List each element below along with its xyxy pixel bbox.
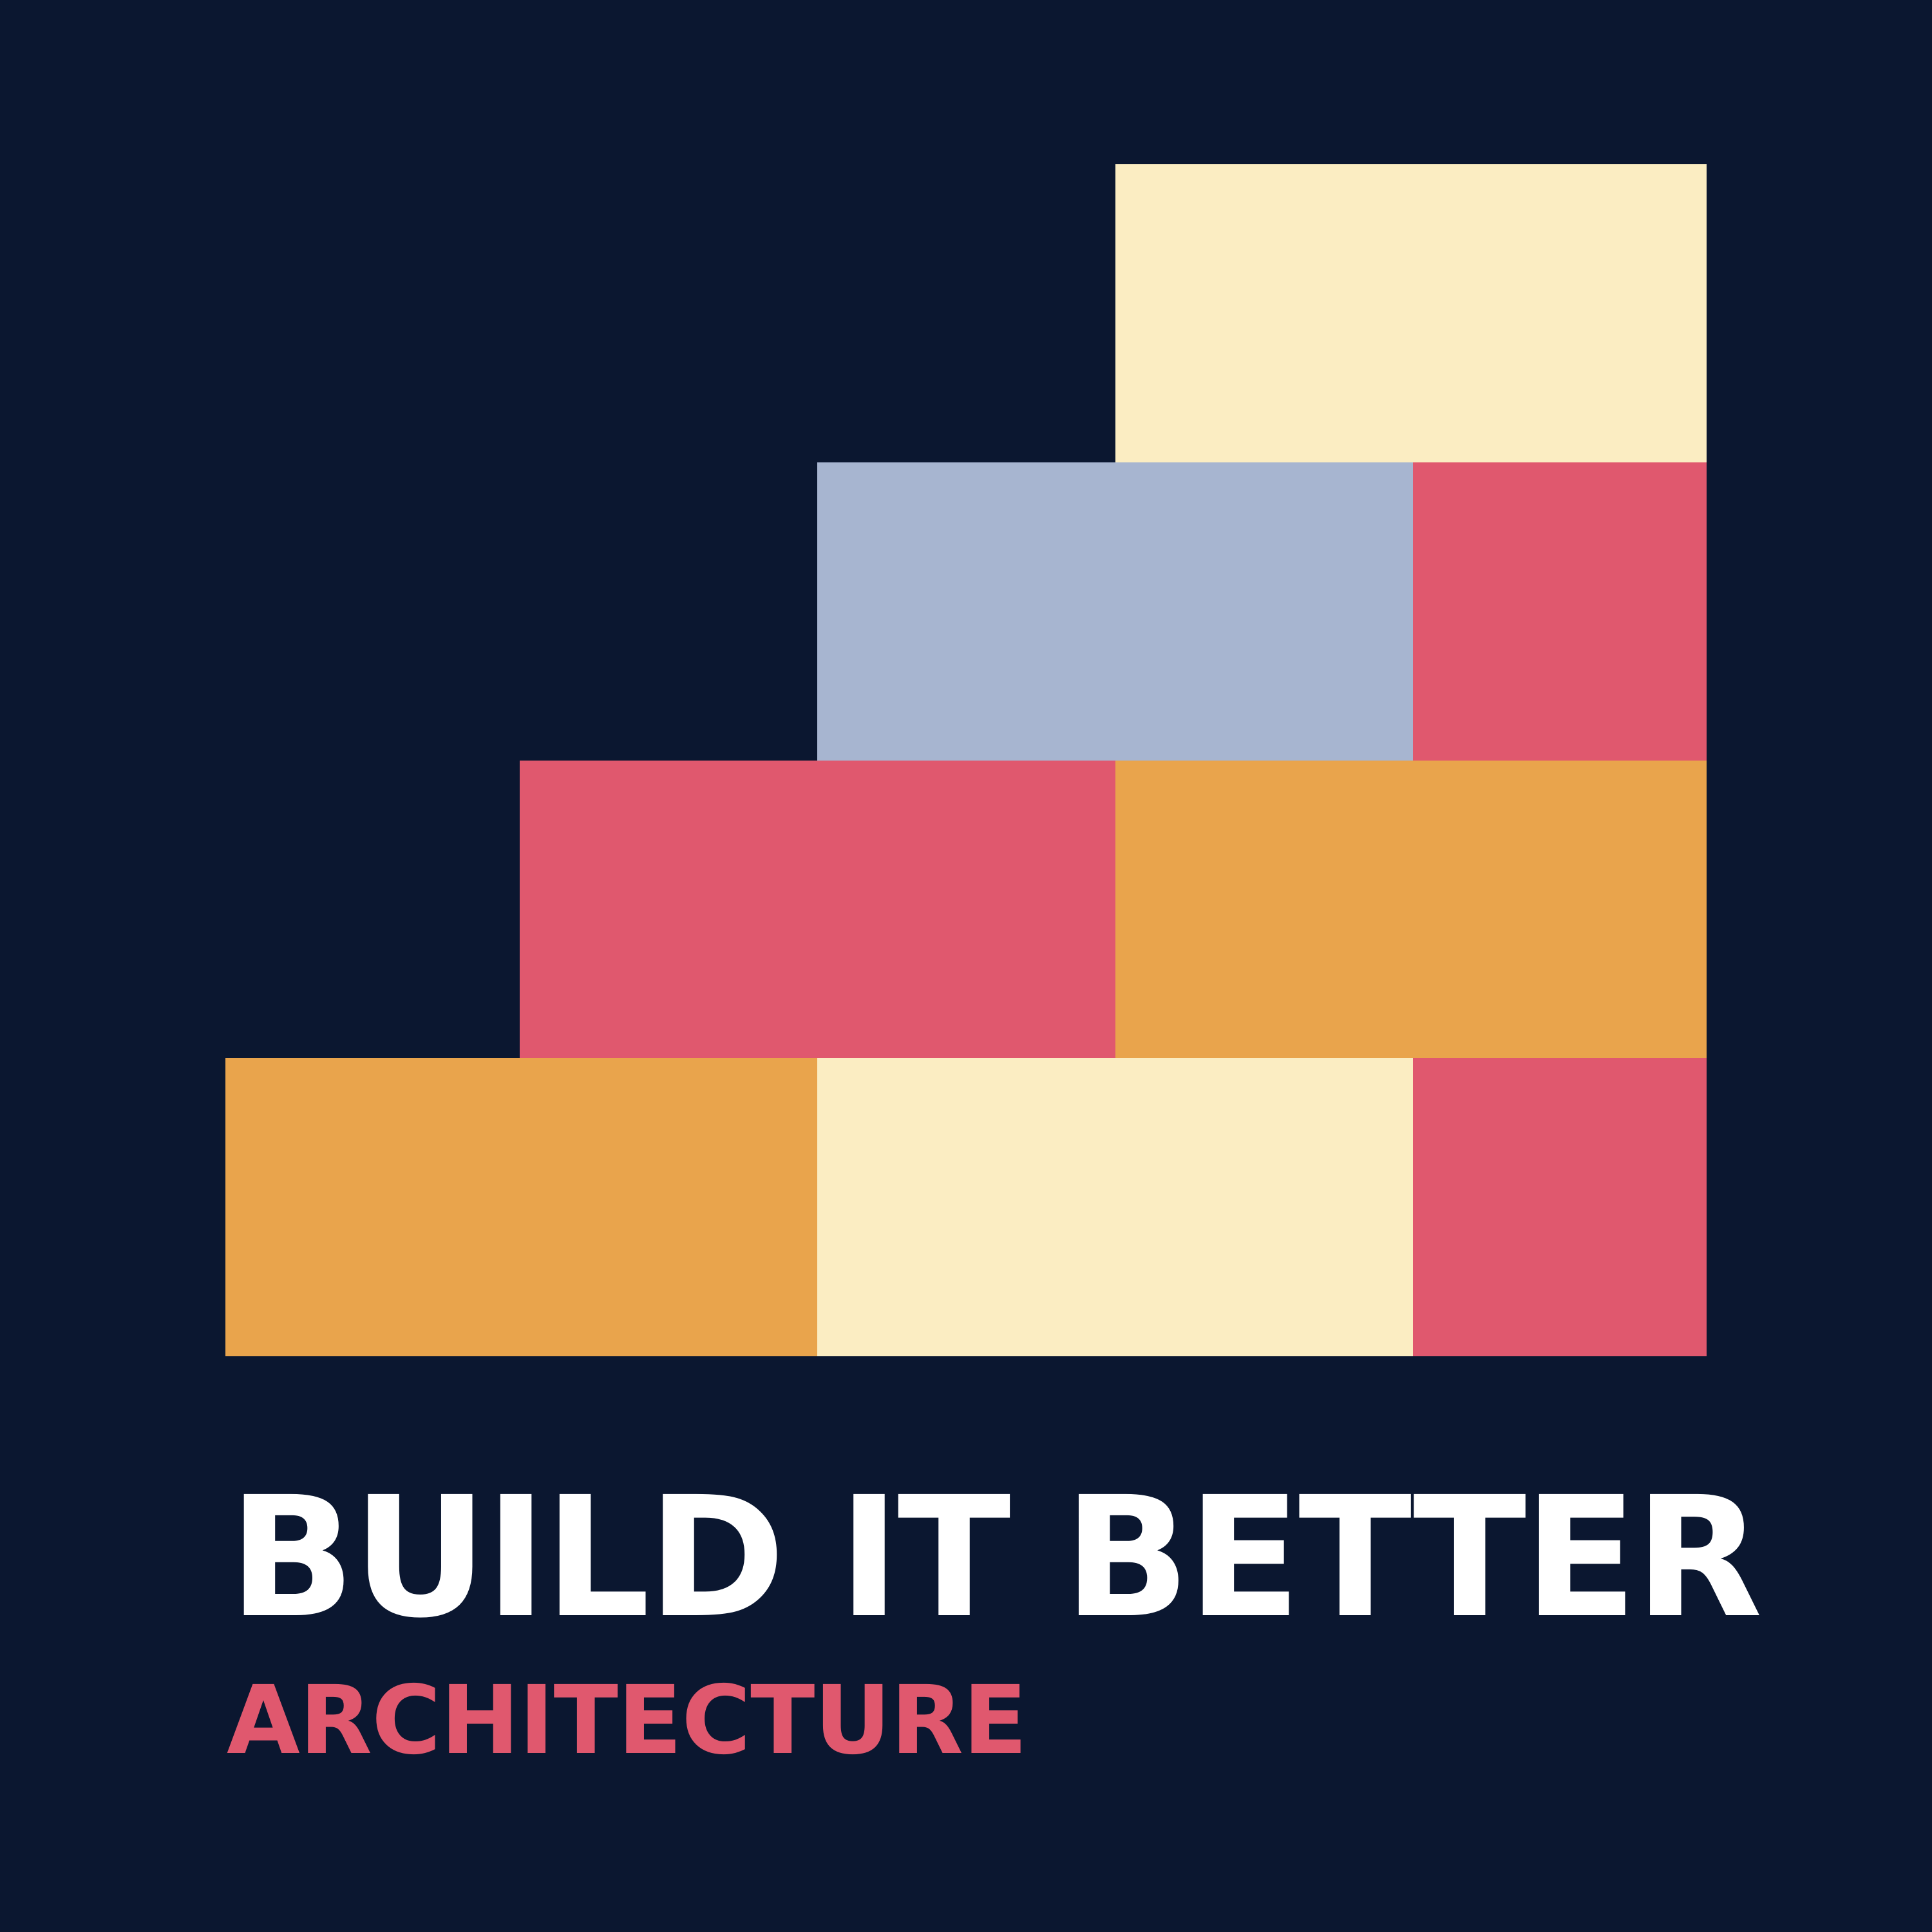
brick-row3-orange: [1115, 761, 1707, 1058]
brick-row4-orange: [225, 1058, 817, 1356]
brick-row2-lavender: [817, 462, 1413, 761]
logo-title: BUILD IT BETTER: [229, 1461, 1763, 1654]
brick-top-cream: [1115, 164, 1707, 462]
logo-canvas: BUILD IT BETTER ARCHITECTURE: [0, 0, 1932, 1932]
logo-subtitle: ARCHITECTURE: [227, 1665, 1027, 1776]
brick-row4-cream: [817, 1058, 1413, 1356]
brick-row2-red: [1413, 462, 1707, 761]
brick-row4-red: [1413, 1058, 1707, 1356]
brick-row3-red: [520, 761, 1115, 1058]
